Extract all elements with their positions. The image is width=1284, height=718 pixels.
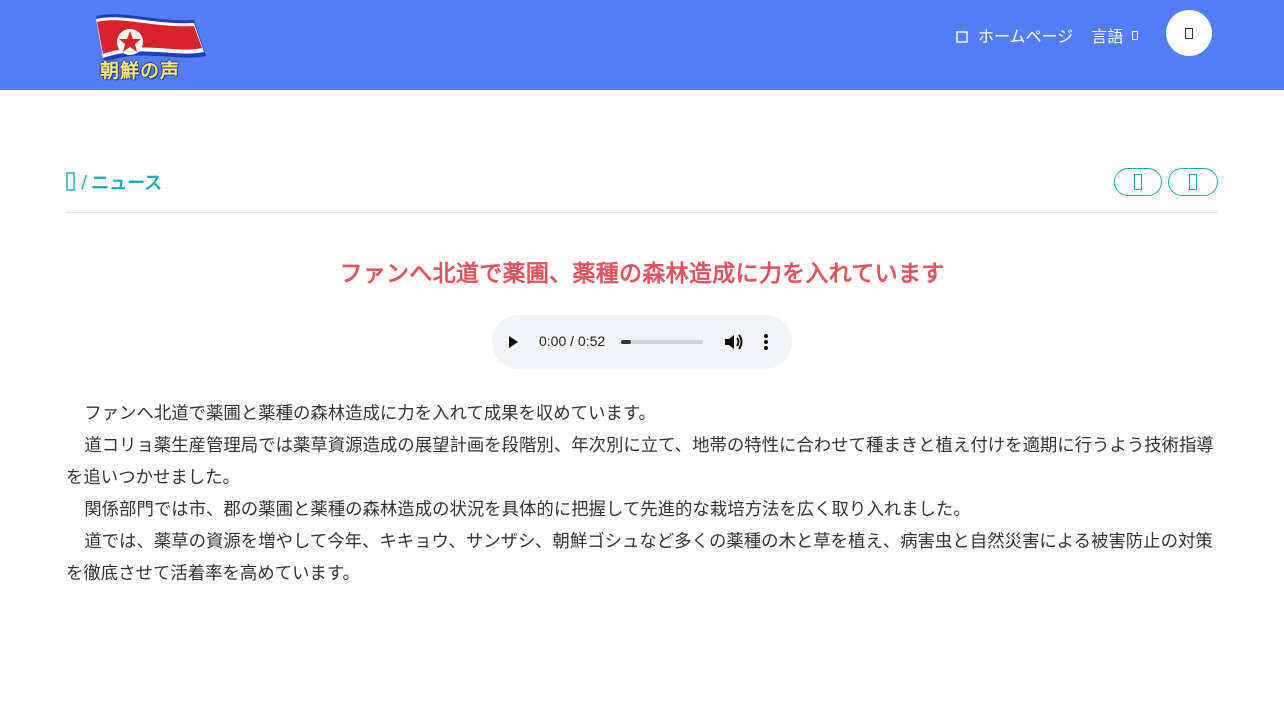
search-icon [1185, 27, 1193, 39]
article-paragraph: ファンへ北道で薬圃と薬種の森林造成に力を入れて成果を収めています。 [84, 404, 656, 424]
top-navbar: 朝鮮の声 ホームページ 言語 [0, 0, 1284, 90]
breadcrumb: / ニュース [66, 168, 162, 196]
audio-player[interactable]: 0:00 / 0:52 [492, 315, 792, 369]
caret-down-icon [1132, 30, 1139, 43]
nav-language-label: 言語 [1091, 27, 1124, 46]
breadcrumb-separator: / [81, 171, 88, 193]
nav-menu: ホームページ 言語 [956, 23, 1139, 47]
chevron-right-icon [1189, 174, 1197, 190]
audio-time: 0:00 / 0:52 [539, 333, 606, 349]
audio-seek-progress [621, 340, 631, 344]
home-icon[interactable] [956, 28, 968, 43]
search-button[interactable] [1166, 10, 1212, 56]
nav-home-link[interactable]: ホームページ [978, 23, 1073, 47]
nav-language-dropdown[interactable]: 言語 [1091, 23, 1139, 47]
prev-article-button[interactable] [1114, 168, 1162, 196]
audio-seek-bar[interactable] [621, 340, 703, 344]
site-logo[interactable]: 朝鮮の声 [94, 12, 210, 82]
more-options-icon[interactable] [762, 332, 770, 352]
play-icon[interactable] [506, 334, 520, 350]
article-body: ファンへ北道で薬圃と薬種の森林造成に力を入れて成果を収めています。 道コリョ薬生… [66, 398, 1218, 590]
volume-icon[interactable] [724, 333, 744, 351]
next-article-button[interactable] [1168, 168, 1218, 196]
chevron-left-icon [1134, 174, 1142, 190]
breadcrumb-current[interactable]: ニュース [91, 169, 162, 195]
article-paragraph: 関係部門では市、郡の薬圃と薬種の森林造成の状況を具体的に把握して先進的な栽培方法… [84, 500, 971, 520]
article-title: ファンへ北道で薬圃、薬種の森林造成に力を入れています [339, 261, 945, 287]
article-paragraph: 道では、薬草の資源を増やして今年、キキョウ、サンザシ、朝鮮ゴシュなど多くの薬種の… [66, 532, 1213, 584]
section-divider [66, 212, 1218, 213]
breadcrumb-home-icon[interactable] [66, 172, 76, 192]
article-paragraph: 道コリョ薬生産管理局では薬草資源造成の展望計画を段階別、年次別に立て、地帯の特性… [66, 436, 1214, 488]
logo-text: 朝鮮の声 [100, 60, 181, 82]
